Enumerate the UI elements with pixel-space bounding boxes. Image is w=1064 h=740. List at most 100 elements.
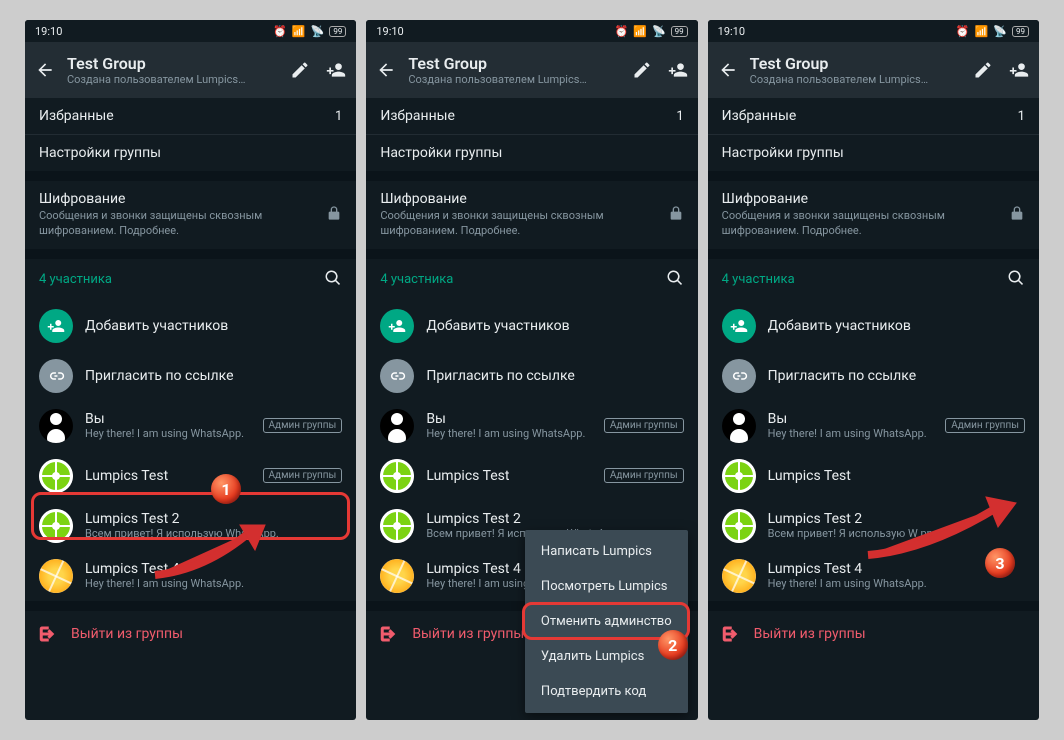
participants-header: 4 участника: [708, 259, 1039, 301]
row-group-settings[interactable]: Настройки группы: [25, 135, 356, 171]
avatar: [380, 509, 414, 543]
participant-context-menu: Написать Lumpics Посмотреть Lumpics Отме…: [525, 530, 688, 713]
battery-icon: 99: [671, 26, 688, 37]
invite-link-row[interactable]: Пригласить по ссылке: [366, 351, 697, 401]
admin-badge: Админ группы: [263, 468, 343, 483]
edit-icon[interactable]: [973, 60, 993, 80]
row-group-settings[interactable]: Настройки группы: [366, 135, 697, 171]
admin-badge: Админ группы: [604, 418, 684, 433]
link-icon: [722, 359, 756, 393]
back-icon[interactable]: [718, 60, 738, 80]
group-settings-label: Настройки группы: [39, 145, 342, 161]
link-icon: [380, 359, 414, 393]
group-title: Test Group: [408, 54, 619, 73]
edit-icon[interactable]: [290, 60, 310, 80]
participant-you[interactable]: Вы Hey there! I am using WhatsApp. Админ…: [25, 401, 356, 451]
signal-icon: 📶: [633, 25, 647, 38]
statusbar: 19:10 ⏰ 📶 📡 99: [366, 20, 697, 42]
participant-lumpics-test-2[interactable]: Lumpics Test 2 Всем привет! Я использую …: [708, 501, 1039, 551]
avatar: [39, 559, 73, 593]
statusbar: 19:10 ⏰ 📶 📡 99: [25, 20, 356, 42]
group-settings-label: Настройки группы: [722, 145, 1025, 161]
row-favorites[interactable]: Избранные 1: [708, 98, 1039, 134]
participant-name: Lumpics Test 4: [85, 561, 342, 577]
participant-lumpics-test-2[interactable]: Lumpics Test 2 Всем привет! Я использую …: [25, 501, 356, 551]
add-participant-label: Добавить участников: [85, 318, 342, 334]
step-marker-1: 1: [211, 474, 241, 504]
menu-write[interactable]: Написать Lumpics: [525, 534, 688, 569]
screen-3: 19:10 ⏰ 📶 📡 99 Test Group Создана пользо…: [708, 20, 1039, 720]
add-participant-row[interactable]: Добавить участников: [708, 301, 1039, 351]
favorites-label: Избранные: [380, 108, 662, 124]
row-encryption[interactable]: Шифрование Сообщения и звонки защищены с…: [25, 181, 356, 249]
add-person-avatar-icon: [39, 309, 73, 343]
add-person-icon[interactable]: [326, 60, 346, 80]
avatar: [380, 559, 414, 593]
you-label: Вы: [768, 411, 934, 427]
alarm-icon: ⏰: [615, 25, 629, 38]
invite-link-row[interactable]: Пригласить по ссылке: [25, 351, 356, 401]
group-settings-label: Настройки группы: [380, 145, 683, 161]
leave-group[interactable]: Выйти из группы: [708, 611, 1039, 657]
row-favorites[interactable]: Избранные 1: [25, 98, 356, 134]
app-header: Test Group Создана пользователем Lumpics…: [25, 42, 356, 98]
add-person-icon[interactable]: [668, 60, 688, 80]
add-participant-label: Добавить участников: [426, 318, 683, 334]
you-status: Hey there! I am using WhatsApp.: [768, 427, 934, 440]
encryption-title: Шифрование: [380, 191, 653, 207]
row-encryption[interactable]: Шифрование Сообщения и звонки защищены с…: [708, 181, 1039, 249]
participant-lumpics-test[interactable]: Lumpics Test Админ группы: [25, 451, 356, 501]
exit-icon: [39, 625, 57, 643]
encryption-title: Шифрование: [39, 191, 312, 207]
invite-link-row[interactable]: Пригласить по ссылке: [708, 351, 1039, 401]
add-person-avatar-icon: [722, 309, 756, 343]
favorites-label: Избранные: [39, 108, 321, 124]
you-label: Вы: [426, 411, 592, 427]
menu-view[interactable]: Посмотреть Lumpics: [525, 569, 688, 604]
participants-header: 4 участника: [366, 259, 697, 301]
edit-icon[interactable]: [632, 60, 652, 80]
status-icons: ⏰ 📶 📡 99: [956, 25, 1029, 38]
status-icons: ⏰ 📶 📡 99: [273, 25, 346, 38]
menu-verify[interactable]: Подтвердить код: [525, 674, 688, 709]
back-icon[interactable]: [35, 60, 55, 80]
encryption-body: Сообщения и звонки защищены сквозным шиф…: [39, 209, 312, 239]
participant-status: Hey there! I am using WhatsApp.: [768, 577, 1025, 590]
encryption-title: Шифрование: [722, 191, 995, 207]
participant-you[interactable]: Вы Hey there! I am using WhatsApp. Админ…: [708, 401, 1039, 451]
you-status: Hey there! I am using WhatsApp.: [426, 427, 592, 440]
exit-icon: [380, 625, 398, 643]
app-header: Test Group Создана пользователем Lumpics…: [366, 42, 697, 98]
signal-icon: 📶: [292, 25, 306, 38]
search-icon[interactable]: [1007, 269, 1025, 291]
invite-link-label: Пригласить по ссылке: [426, 368, 683, 384]
link-icon: [39, 359, 73, 393]
participant-lumpics-test[interactable]: Lumpics Test Админ группы: [366, 451, 697, 501]
add-person-icon[interactable]: [1009, 60, 1029, 80]
participants-header: 4 участника: [25, 259, 356, 301]
wifi-icon: 📡: [311, 25, 325, 38]
participant-status: Всем привет! Я использую W pp.: [768, 527, 1025, 540]
participants-count: 4 участника: [722, 272, 795, 287]
participant-lumpics-test[interactable]: Lumpics Test: [708, 451, 1039, 501]
avatar: [39, 459, 73, 493]
avatar: [380, 409, 414, 443]
search-icon[interactable]: [324, 269, 342, 291]
add-participant-row[interactable]: Добавить участников: [25, 301, 356, 351]
group-title: Test Group: [750, 54, 961, 73]
participant-you[interactable]: Вы Hey there! I am using WhatsApp. Админ…: [366, 401, 697, 451]
screen-2: 19:10 ⏰ 📶 📡 99 Test Group Создана пользо…: [366, 20, 697, 720]
row-group-settings[interactable]: Настройки группы: [708, 135, 1039, 171]
back-icon[interactable]: [376, 60, 396, 80]
participant-lumpics-test-4[interactable]: Lumpics Test 4 Hey there! I am using Wha…: [25, 551, 356, 601]
leave-group[interactable]: Выйти из группы: [25, 611, 356, 657]
search-icon[interactable]: [666, 269, 684, 291]
participant-status: Hey there! I am using WhatsApp.: [85, 577, 342, 590]
row-favorites[interactable]: Избранные 1: [366, 98, 697, 134]
participant-name: Lumpics Test 2: [426, 511, 683, 527]
admin-badge: Админ группы: [945, 418, 1025, 433]
add-participant-row[interactable]: Добавить участников: [366, 301, 697, 351]
app-header: Test Group Создана пользователем Lumpics…: [708, 42, 1039, 98]
avatar: [722, 459, 756, 493]
row-encryption[interactable]: Шифрование Сообщения и звонки защищены с…: [366, 181, 697, 249]
